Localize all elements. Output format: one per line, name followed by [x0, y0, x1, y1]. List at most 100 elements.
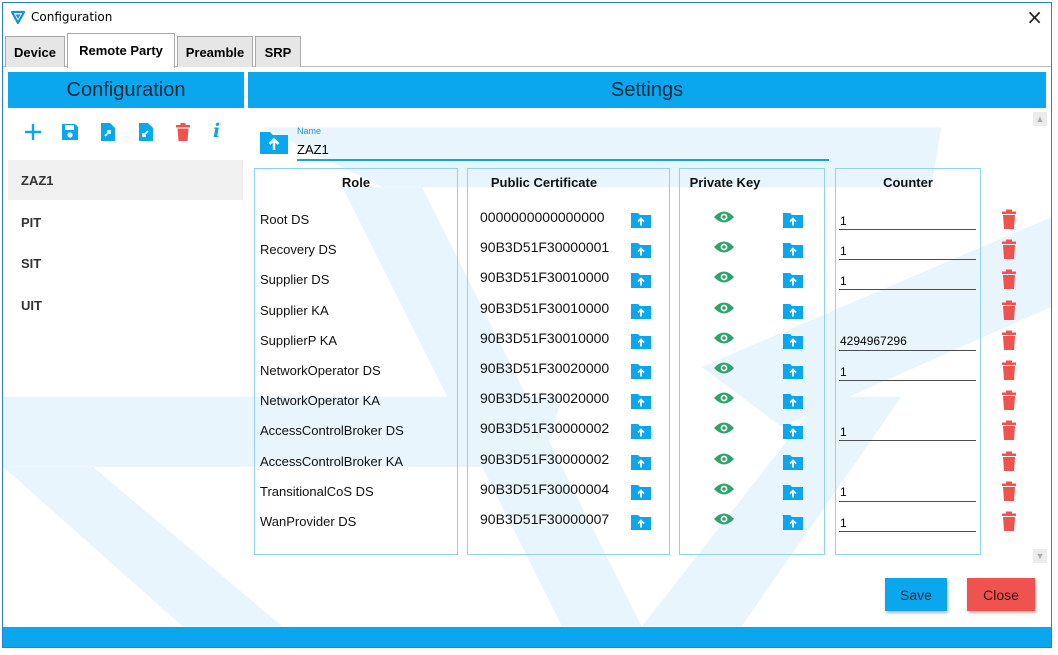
import-icon[interactable]	[136, 122, 156, 142]
configuration-header: Configuration	[8, 72, 244, 108]
certificate-upload-icon[interactable]	[630, 271, 652, 289]
tab-bar: Device Remote Party Preamble SRP	[3, 33, 1051, 68]
settings-header: Settings	[248, 72, 1046, 108]
configuration-window: Configuration × Device Remote Party Prea…	[2, 2, 1052, 648]
scroll-up-arrow-icon[interactable]: ▲	[1033, 112, 1047, 126]
certificate-upload-icon[interactable]	[630, 513, 652, 531]
delete-row-icon[interactable]	[1001, 390, 1017, 411]
private-key-upload-icon[interactable]	[782, 271, 804, 289]
certificate-upload-icon[interactable]	[630, 422, 652, 440]
delete-row-icon[interactable]	[1001, 239, 1017, 260]
status-footer	[3, 627, 1051, 647]
private-key-view-icon[interactable]	[713, 331, 735, 345]
config-item-sit[interactable]: SIT	[8, 243, 243, 283]
certificate-value: 90B3D51F30020000	[480, 390, 610, 407]
private-key-upload-icon[interactable]	[782, 332, 804, 350]
private-key-upload-icon[interactable]	[782, 302, 804, 320]
private-key-column-header: Private Key	[689, 175, 761, 190]
app-logo-icon	[11, 10, 25, 24]
delete-row-icon[interactable]	[1001, 481, 1017, 501]
delete-row-icon[interactable]	[1001, 360, 1017, 380]
certificate-value: 90B3D51F30000004	[480, 480, 610, 497]
private-key-upload-icon[interactable]	[782, 513, 804, 531]
private-key-upload-icon[interactable]	[782, 483, 804, 501]
role-label: NetworkOperator DS	[260, 363, 381, 378]
name-folder-upload-icon[interactable]	[259, 129, 289, 155]
counter-input[interactable]	[839, 359, 976, 381]
private-key-view-icon[interactable]	[713, 512, 735, 526]
certificate-value: 90B3D51F30000007	[480, 511, 610, 527]
certificate-upload-icon[interactable]	[630, 211, 652, 229]
certificate-value: 90B3D51F30010000	[480, 299, 610, 316]
counter-input[interactable]	[839, 208, 976, 230]
title-bar: Configuration ×	[3, 3, 1051, 31]
certificate-value: 90B3D51F30010000	[480, 269, 610, 286]
delete-row-icon[interactable]	[1001, 209, 1017, 229]
tab-srp[interactable]: SRP	[255, 36, 301, 67]
add-icon[interactable]	[23, 122, 43, 142]
close-button[interactable]: Close	[967, 578, 1035, 611]
private-key-upload-icon[interactable]	[782, 211, 804, 229]
private-key-upload-icon[interactable]	[782, 453, 804, 471]
save-icon[interactable]	[60, 122, 80, 142]
role-label: NetworkOperator KA	[260, 393, 380, 409]
info-icon[interactable]: i	[213, 120, 225, 142]
public-certificate-column-header: Public Certificate	[490, 175, 598, 190]
role-label: SupplierP KA	[260, 332, 338, 348]
private-key-view-icon[interactable]	[713, 482, 735, 496]
certificate-upload-icon[interactable]	[630, 302, 652, 320]
counter-input[interactable]	[839, 419, 976, 442]
private-key-view-icon[interactable]	[713, 361, 735, 375]
delete-row-icon[interactable]	[1001, 330, 1017, 350]
certificate-upload-icon[interactable]	[630, 453, 652, 471]
save-button[interactable]: Save	[885, 578, 947, 611]
delete-row-icon[interactable]	[1001, 511, 1017, 531]
private-key-view-icon[interactable]	[713, 421, 735, 435]
config-item-uit[interactable]: UIT	[8, 285, 243, 325]
private-key-view-icon[interactable]	[713, 301, 735, 315]
certificate-upload-icon[interactable]	[630, 483, 652, 501]
tab-device[interactable]: Device	[5, 36, 65, 67]
scroll-down-arrow-icon[interactable]: ▼	[1033, 549, 1047, 563]
name-input[interactable]	[297, 139, 829, 161]
window-title: Configuration	[31, 10, 113, 24]
role-label: AccessControlBroker KA	[260, 453, 404, 469]
role-label: Supplier DS	[260, 272, 330, 288]
export-icon[interactable]	[98, 122, 118, 142]
delete-row-icon[interactable]	[1001, 269, 1017, 290]
role-label: Supplier KA	[260, 302, 329, 318]
tab-preamble[interactable]: Preamble	[177, 36, 253, 67]
certificate-upload-icon[interactable]	[630, 332, 652, 350]
certificate-upload-icon[interactable]	[630, 241, 652, 259]
delete-row-icon[interactable]	[1001, 451, 1017, 471]
private-key-view-icon[interactable]	[713, 240, 735, 254]
certificate-upload-icon[interactable]	[630, 392, 652, 410]
counter-input[interactable]	[839, 479, 976, 502]
private-key-upload-icon[interactable]	[782, 392, 804, 410]
config-item-zaz1[interactable]: ZAZ1	[8, 160, 243, 200]
counter-input[interactable]	[839, 268, 976, 291]
tab-remote-party[interactable]: Remote Party	[67, 33, 175, 68]
private-key-upload-icon[interactable]	[782, 422, 804, 440]
certificate-upload-icon[interactable]	[630, 362, 652, 380]
private-key-view-icon[interactable]	[713, 452, 735, 466]
delete-row-icon[interactable]	[1001, 300, 1017, 320]
delete-row-icon[interactable]	[1001, 420, 1017, 441]
delete-icon[interactable]	[173, 122, 193, 142]
counter-input[interactable]	[839, 238, 976, 261]
private-key-view-icon[interactable]	[713, 210, 735, 224]
certificate-value: 90B3D51F30020000	[480, 360, 610, 376]
role-label: Recovery DS	[260, 242, 337, 258]
name-label: Name	[297, 126, 322, 136]
counter-input[interactable]	[839, 510, 976, 532]
window-close-button[interactable]: ×	[1026, 5, 1043, 29]
certificate-value: 90B3D51F30000002	[480, 450, 610, 467]
config-item-pit[interactable]: PIT	[8, 202, 243, 242]
private-key-view-icon[interactable]	[713, 391, 735, 405]
private-key-view-icon[interactable]	[713, 270, 735, 284]
tab-content: Configuration Settings i ZAZ1 PIT SIT UI…	[3, 67, 1051, 627]
counter-input[interactable]	[839, 328, 976, 351]
private-key-upload-icon[interactable]	[782, 362, 804, 380]
private-key-upload-icon[interactable]	[782, 241, 804, 259]
role-label: WanProvider DS	[260, 514, 357, 529]
